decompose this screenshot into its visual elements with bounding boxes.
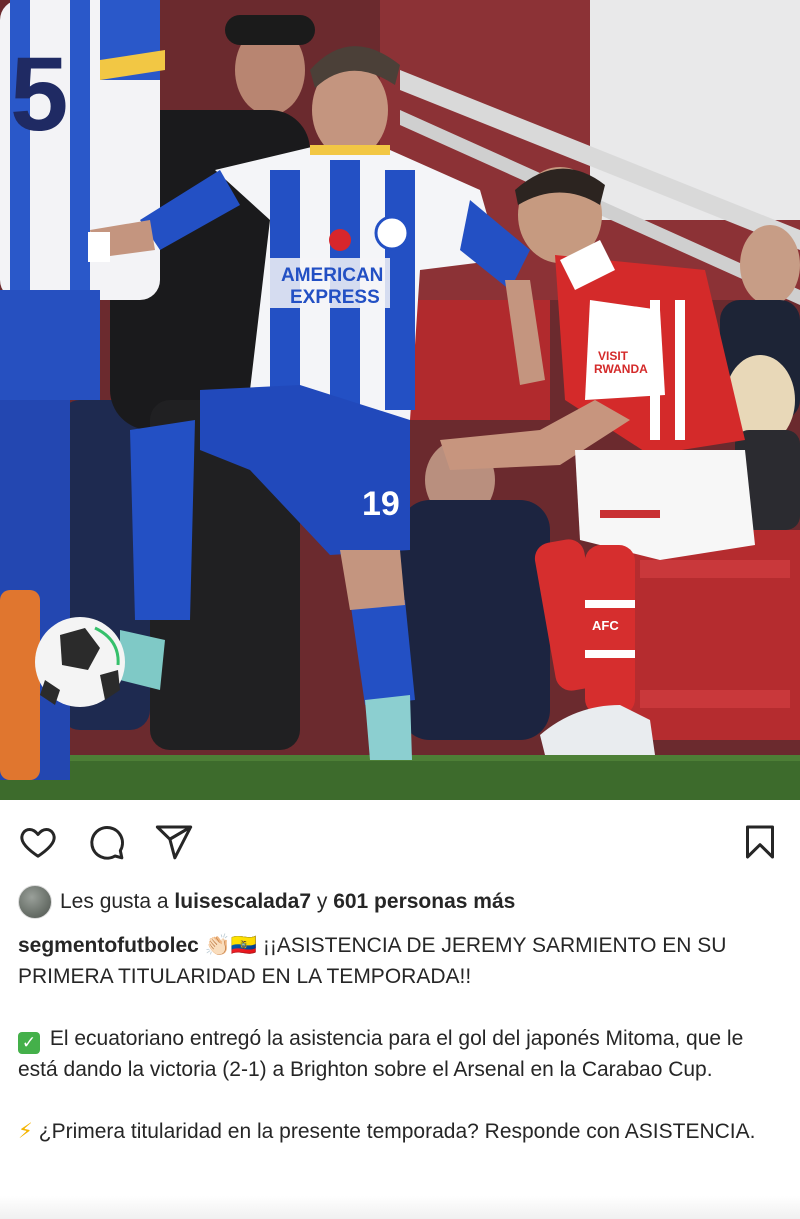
jersey-number-back: 5 — [10, 36, 68, 153]
jersey-number-home: 19 — [362, 485, 400, 523]
bookmark-icon — [746, 825, 774, 859]
liker-avatar[interactable] — [18, 885, 52, 919]
sponsor-away-line2: RWANDA — [594, 362, 648, 376]
sponsor-away-line1: VISIT — [598, 349, 629, 363]
share-button[interactable] — [152, 820, 196, 864]
sponsor-home-line1: AMERICAN — [281, 265, 383, 286]
comment-button[interactable] — [84, 820, 128, 864]
post-photo: 5 VISIT RWANDA AFC AMERICAN EXPRESS 19 — [0, 0, 800, 800]
likes-count-link[interactable]: 601 personas más — [333, 890, 515, 913]
likes-text: Les gusta a luisescalada7 y 601 personas… — [60, 890, 515, 914]
caption-username[interactable]: segmentofutbolec — [18, 934, 199, 957]
caption-paragraph-1: ✓ El ecuatoriano entregó la asistencia p… — [18, 1023, 788, 1085]
comment-icon — [90, 826, 124, 860]
likes-middle: y — [311, 890, 334, 913]
send-icon — [155, 825, 193, 860]
sponsor-home-line2: EXPRESS — [290, 287, 380, 308]
likes-prefix: Les gusta a — [60, 890, 175, 913]
caption-para1-text: El ecuatoriano entregó la asistencia par… — [18, 1027, 744, 1081]
liker-username[interactable]: luisescalada7 — [174, 890, 311, 913]
caption-headline: segmentofutbolec 👏🏻🇪🇨 ¡¡ASISTENCIA DE JE… — [18, 930, 788, 992]
save-button[interactable] — [738, 820, 782, 864]
post-actions — [0, 800, 800, 882]
post-image[interactable]: 5 VISIT RWANDA AFC AMERICAN EXPRESS 19 — [0, 0, 800, 800]
like-button[interactable] — [16, 820, 60, 864]
heart-icon — [20, 828, 56, 858]
sock-text-away: AFC — [592, 618, 619, 633]
post-caption: segmentofutbolec 👏🏻🇪🇨 ¡¡ASISTENCIA DE JE… — [18, 930, 788, 1147]
likes-summary: Les gusta a luisescalada7 y 601 personas… — [18, 884, 515, 920]
check-mark-icon: ✓ — [18, 1032, 40, 1054]
bottom-fade — [0, 1196, 800, 1219]
caption-paragraph-2: ⚡ ¿Primera titularidad en la presente tem… — [18, 1116, 788, 1147]
caption-para2-text: ¿Primera titularidad en la presente temp… — [38, 1120, 756, 1143]
lightning-icon: ⚡ — [18, 1120, 33, 1143]
caption-emojis: 👏🏻🇪🇨 — [204, 933, 257, 957]
